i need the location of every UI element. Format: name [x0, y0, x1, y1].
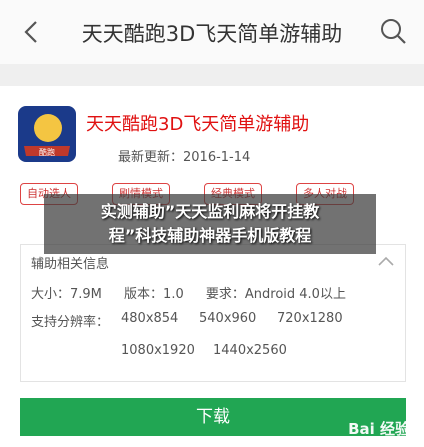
section-divider [0, 64, 424, 86]
info-panel: 辅助相关信息 大小：7.9M 版本：1.0 要求：Android 4.0以上 支… [20, 244, 406, 382]
app-version: 版本：1.0 [124, 287, 184, 302]
caption-line-1: 实测辅助”天天监利麻将开挂教 [100, 202, 320, 221]
search-icon[interactable] [378, 16, 408, 46]
info-title: 辅助相关信息 [31, 257, 110, 272]
resolution-item: 540x960 [199, 311, 257, 326]
watermark-logo: Bai 经验 [348, 420, 410, 438]
resolution-item: 720x1280 [277, 311, 343, 326]
resolution-item: 1080x1920 [121, 343, 195, 358]
back-arrow-icon[interactable] [18, 18, 46, 46]
resolution-item: 480x854 [121, 311, 179, 326]
update-date: 最新更新：2016-1-14 [118, 150, 251, 165]
resolution-item: 1440x2560 [213, 343, 287, 358]
app-requirement: 要求：Android 4.0以上 [205, 287, 346, 302]
app-size: 大小：7.9M [31, 287, 102, 302]
caption-text: 实测辅助”天天监利麻将开挂教 程”科技辅助神器手机版教程 [44, 200, 376, 248]
caption-line-2: 程”科技辅助神器手机版教程 [108, 226, 312, 245]
app-icon[interactable]: 酷跑 [18, 106, 76, 162]
chevron-up-icon[interactable] [377, 255, 395, 267]
top-bar: 天天酷跑3D飞天简单游辅助 [0, 0, 424, 65]
app-name: 天天酷跑3D飞天简单游辅助 [86, 114, 310, 135]
page-title: 天天酷跑3D飞天简单游辅助 [81, 22, 343, 46]
app-meta: 大小：7.9M 版本：1.0 要求：Android 4.0以上 [31, 283, 364, 302]
watermark-url: jingyan.baidu.com [322, 437, 406, 447]
resolution-label: 支持分辨率： [31, 315, 110, 330]
svg-text:酷跑: 酷跑 [39, 147, 55, 157]
caption-overlay: 实测辅助”天天监利麻将开挂教 程”科技辅助神器手机版教程 [44, 194, 376, 254]
app-detail-card: 酷跑 天天酷跑3D飞天简单游辅助 最新更新：2016-1-14 自动选人 刷情模… [0, 86, 424, 447]
